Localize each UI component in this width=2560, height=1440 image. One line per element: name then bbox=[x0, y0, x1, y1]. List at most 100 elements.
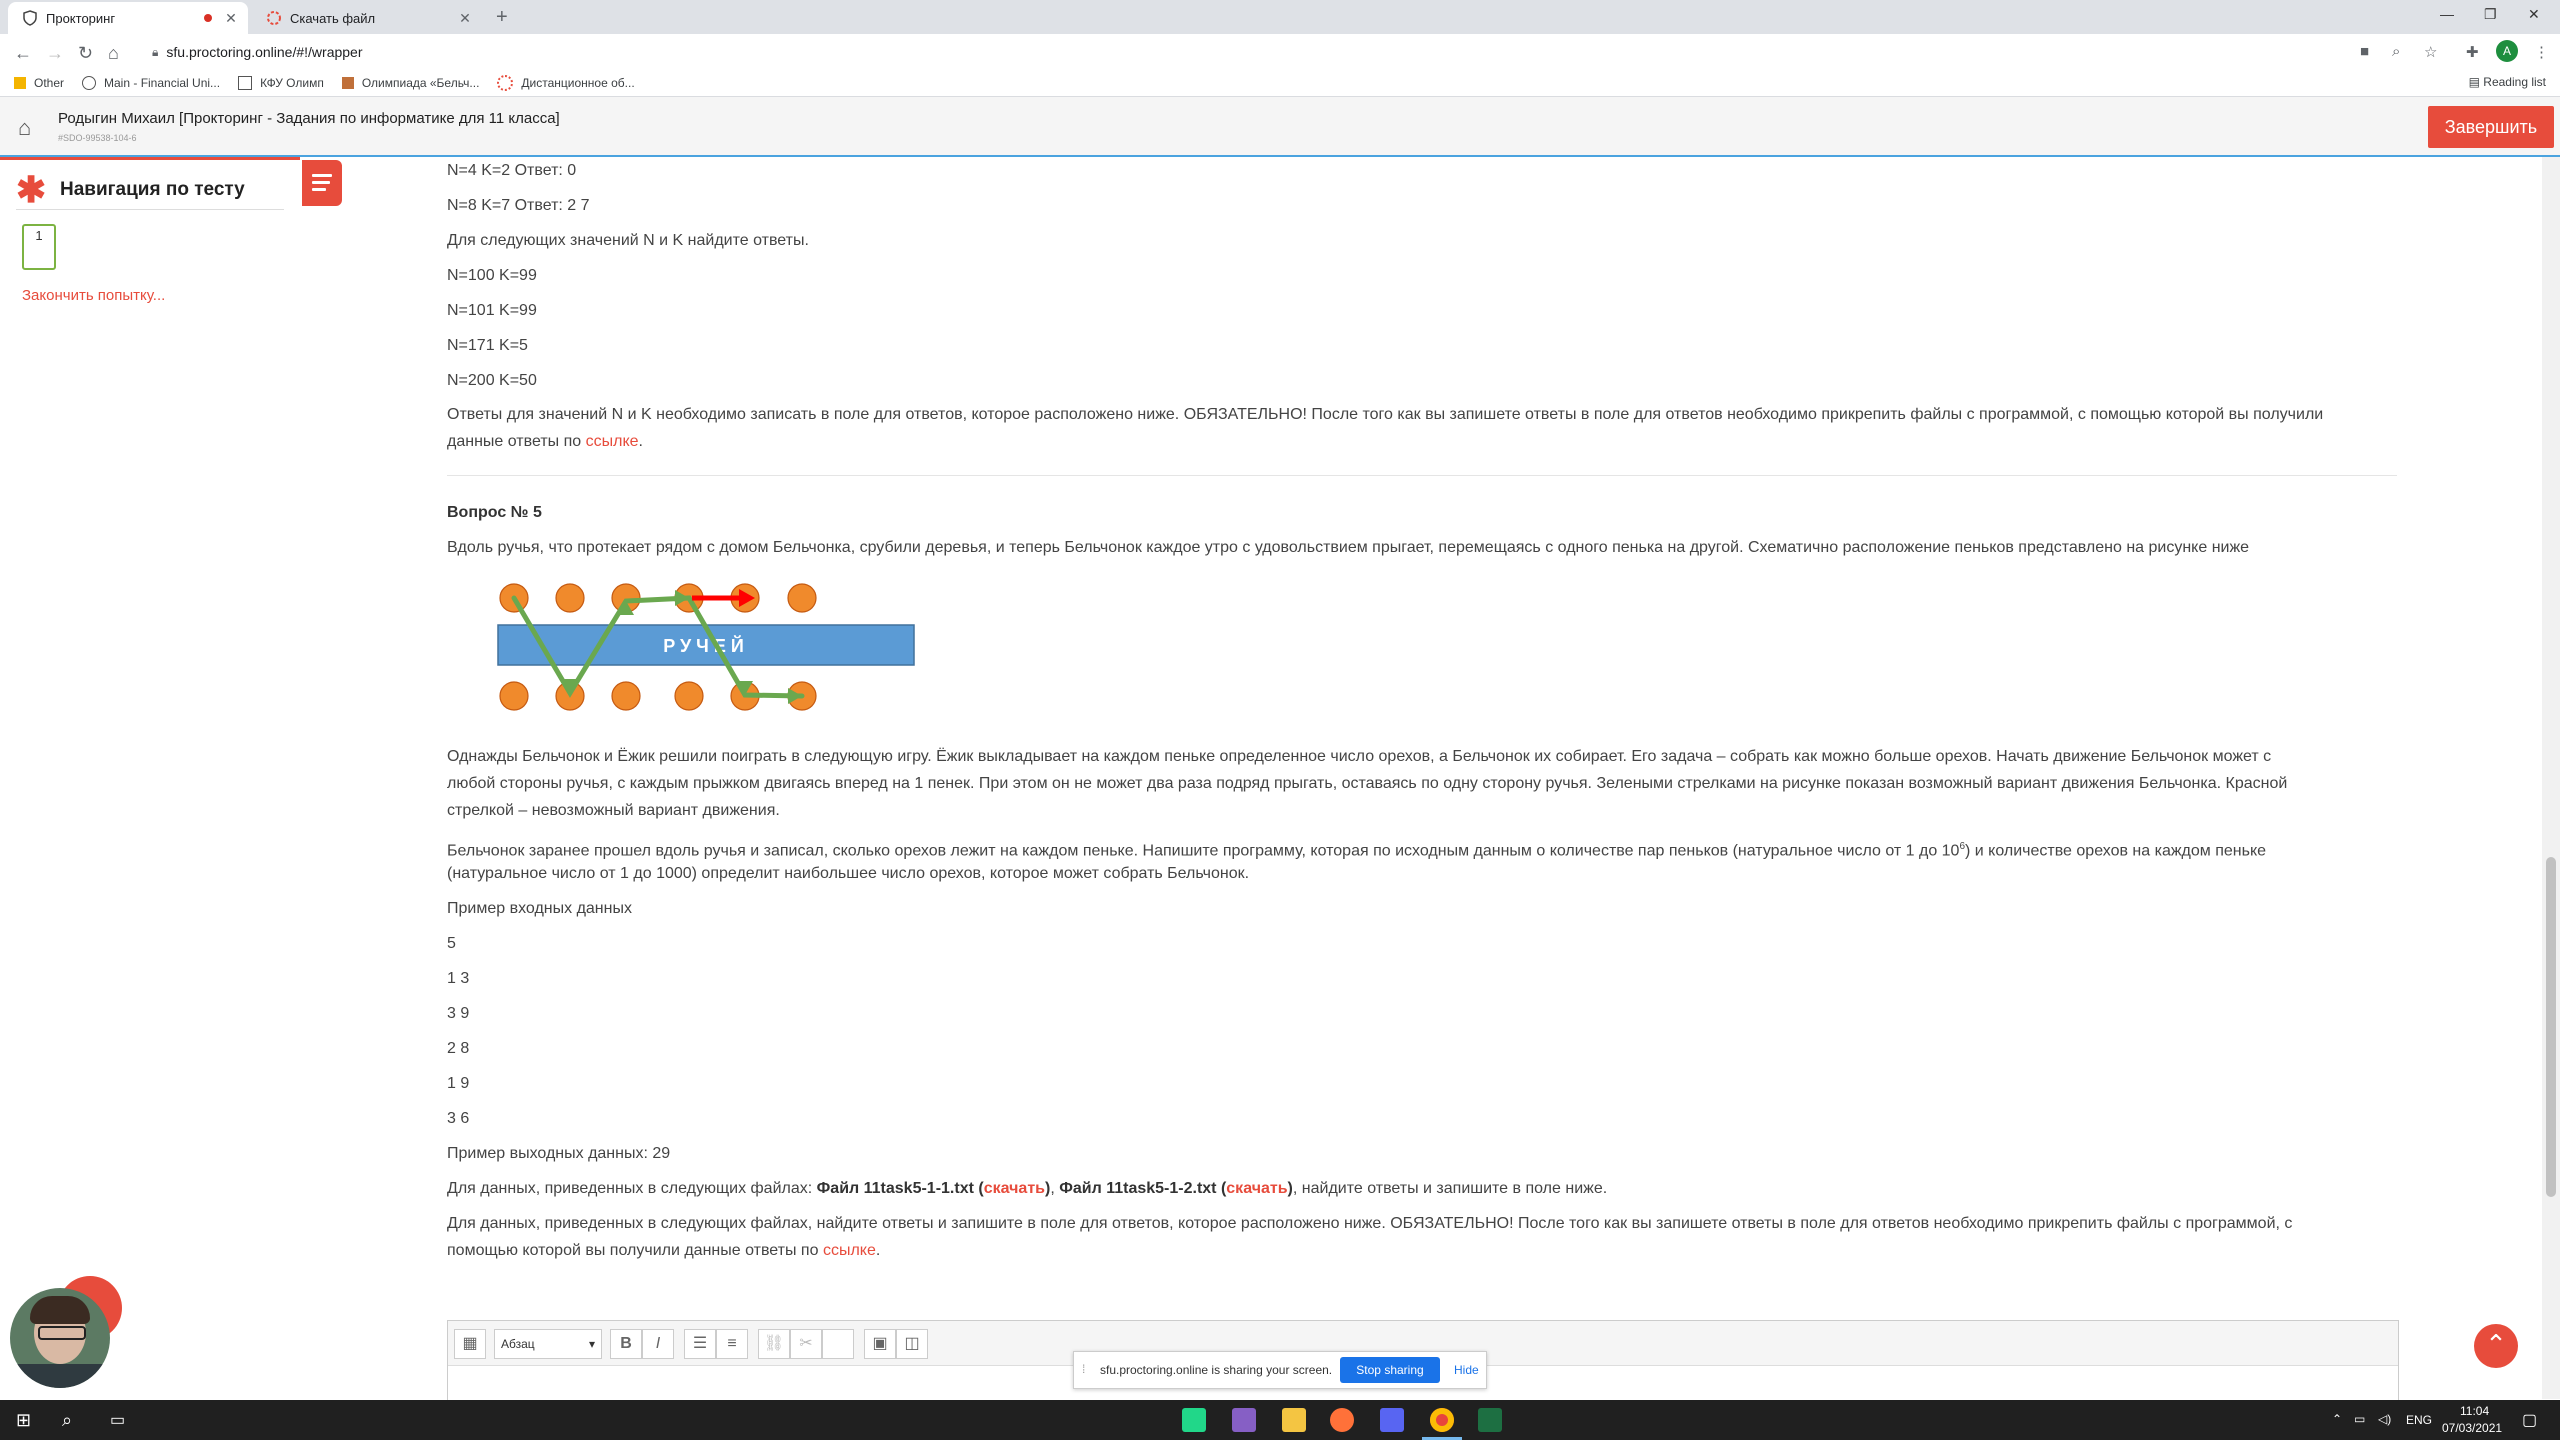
drag-handle-icon[interactable]: ⁞ bbox=[1082, 1362, 1085, 1376]
chevron-up-icon: ⌃ bbox=[2485, 1329, 2507, 1359]
windows-start-icon[interactable]: ⊞ bbox=[16, 1410, 31, 1431]
example-input-line: 3 6 bbox=[447, 1110, 470, 1127]
example-input-line: 2 8 bbox=[447, 1040, 470, 1057]
webcam-preview bbox=[10, 1288, 110, 1388]
download-file2-link[interactable]: скачать bbox=[1226, 1180, 1287, 1197]
search-icon[interactable]: ⌕ bbox=[62, 1410, 72, 1431]
stump bbox=[555, 583, 585, 613]
new-tab-icon[interactable]: + bbox=[496, 6, 508, 29]
answers-note: Ответы для значений N и K необходимо зап… bbox=[447, 406, 2324, 423]
file-explorer-icon[interactable] bbox=[1282, 1408, 1306, 1432]
lock-icon: 🔒︎ bbox=[152, 44, 159, 59]
bold-button[interactable]: B bbox=[610, 1329, 642, 1359]
profile-avatar[interactable]: A bbox=[2496, 40, 2518, 62]
text-line: N=8 K=7 Ответ: 2 7 bbox=[447, 197, 590, 214]
tray-chevron-icon[interactable]: ⌃ bbox=[2332, 1412, 2342, 1426]
toolbar-toggle-icon[interactable]: ▦ bbox=[454, 1329, 486, 1359]
sharing-text: sfu.proctoring.online is sharing your sc… bbox=[1100, 1363, 1333, 1377]
stream-label: РУЧЕЙ bbox=[663, 635, 749, 656]
extensions-icon[interactable]: ✚ bbox=[2466, 43, 2479, 61]
reading-list[interactable]: ▤ Reading list bbox=[2469, 75, 2546, 89]
home-icon[interactable]: ⌂ bbox=[18, 115, 31, 141]
address-bar[interactable]: 🔒︎ sfu.proctoring.online/#!/wrapper bbox=[140, 38, 2320, 66]
sfu-logo-icon bbox=[497, 75, 514, 91]
text-line: Для следующих значений N и K найдите отв… bbox=[447, 232, 809, 249]
clock-time[interactable]: 11:04 bbox=[2460, 1404, 2489, 1418]
bookmark-star-icon[interactable]: ☆ bbox=[2424, 43, 2437, 61]
globe-icon bbox=[82, 76, 97, 90]
question-divider bbox=[447, 475, 2397, 476]
media-icon[interactable]: ◫ bbox=[896, 1329, 928, 1359]
bookmark-olympiad[interactable]: Олимпиада «Бельч... bbox=[341, 76, 479, 90]
tab-title: Скачать файл bbox=[290, 10, 376, 26]
asterisk-icon: ✱ bbox=[16, 169, 47, 210]
page-scrollbar[interactable] bbox=[2542, 157, 2560, 1399]
question-nav-button[interactable]: 1 bbox=[22, 224, 56, 270]
clock-date[interactable]: 07/03/2021 bbox=[2442, 1421, 2502, 1435]
close-tab-icon[interactable]: ✕ bbox=[222, 10, 240, 27]
excel-icon[interactable] bbox=[1478, 1408, 1502, 1432]
language-indicator[interactable]: ENG bbox=[2406, 1413, 2432, 1427]
restore-icon[interactable]: ❐ bbox=[2484, 6, 2497, 23]
notifications-icon[interactable]: ▢ bbox=[2522, 1410, 2537, 1430]
bookmark-distance[interactable]: Дистанционное об... bbox=[497, 75, 635, 91]
reload-icon[interactable]: ↻ bbox=[78, 43, 93, 64]
text-line: помощью которой вы получили данные ответ… bbox=[447, 1242, 881, 1259]
example-input-line: 1 9 bbox=[447, 1075, 470, 1092]
menu-kebab-icon[interactable]: ⋮ bbox=[2534, 43, 2549, 61]
minimize-icon[interactable]: — bbox=[2440, 6, 2454, 22]
network-icon[interactable]: ▭ bbox=[2354, 1412, 2365, 1426]
bullet-list-icon[interactable]: ☰ bbox=[684, 1329, 716, 1359]
divider bbox=[16, 209, 284, 210]
finish-attempt-link[interactable]: Закончить попытку... bbox=[22, 287, 165, 304]
back-icon[interactable]: ← bbox=[14, 43, 32, 64]
chrome-icon[interactable] bbox=[1430, 1408, 1454, 1432]
tab-proctoring[interactable]: Прокторинг ✕ bbox=[8, 2, 248, 34]
link-icon[interactable]: ⛓ bbox=[758, 1329, 790, 1359]
file1-label: Файл 11task5-1-1.txt (скачать) bbox=[816, 1180, 1051, 1197]
bookmark-other[interactable]: Other bbox=[14, 76, 64, 90]
example-input-line: 5 bbox=[447, 935, 456, 952]
italic-button[interactable]: I bbox=[642, 1329, 674, 1359]
bookmark-kfu-olymp[interactable]: КФУ Олимп bbox=[238, 76, 324, 90]
browser-tab-strip: Прокторинг ✕ Скачать файл ✕ + — ❐ ✕ bbox=[0, 0, 2560, 34]
text-line: N=100 K=99 bbox=[447, 267, 537, 284]
firefox-icon[interactable] bbox=[1330, 1408, 1354, 1432]
image-icon[interactable]: ▣ bbox=[864, 1329, 896, 1359]
numbered-list-icon[interactable]: ≡ bbox=[716, 1329, 748, 1359]
text-line: N=200 K=50 bbox=[447, 372, 537, 389]
scrollbar-thumb[interactable] bbox=[2546, 857, 2556, 1197]
zoom-icon[interactable]: ⌕ bbox=[2392, 43, 2400, 60]
menu-line bbox=[312, 174, 332, 177]
close-tab-icon[interactable]: ✕ bbox=[456, 10, 474, 27]
browser-toolbar: ← → ↻ ⌂ 🔒︎ sfu.proctoring.online/#!/wrap… bbox=[0, 34, 2560, 70]
question-title: Вопрос № 5 bbox=[447, 504, 542, 521]
hide-button[interactable]: Hide bbox=[1454, 1363, 1479, 1377]
scroll-to-top-button[interactable]: ⌃ bbox=[2474, 1324, 2518, 1368]
pycharm-icon[interactable] bbox=[1182, 1408, 1206, 1432]
folder-icon bbox=[14, 77, 26, 89]
windows-taskbar: ⊞ ⌕ ▭ ⌃ ▭ ◁) ENG 11:04 07/03/2021 ▢ bbox=[0, 1400, 2560, 1440]
upload-link[interactable]: ссылке bbox=[586, 433, 639, 450]
download-file1-link[interactable]: скачать bbox=[984, 1180, 1045, 1197]
finish-button[interactable]: Завершить bbox=[2428, 106, 2554, 148]
bookmark-financial-uni[interactable]: Main - Financial Uni... bbox=[82, 76, 220, 90]
empty-button[interactable] bbox=[822, 1329, 854, 1359]
format-select[interactable]: Абзац ▾ bbox=[494, 1329, 602, 1359]
tab-download-file[interactable]: Скачать файл ✕ bbox=[252, 2, 482, 34]
discord-icon[interactable] bbox=[1380, 1408, 1404, 1432]
camera-icon[interactable]: ■ bbox=[2360, 43, 2369, 60]
visual-studio-icon[interactable] bbox=[1232, 1408, 1256, 1432]
building-icon bbox=[238, 76, 253, 90]
upload-link[interactable]: ссылке bbox=[823, 1242, 876, 1259]
sidebar-toggle-button[interactable] bbox=[302, 160, 342, 206]
task-view-icon[interactable]: ▭ bbox=[110, 1410, 125, 1430]
forward-icon[interactable]: → bbox=[46, 43, 64, 64]
stop-sharing-button[interactable]: Stop sharing bbox=[1340, 1357, 1440, 1383]
volume-icon[interactable]: ◁) bbox=[2378, 1412, 2391, 1426]
home-icon[interactable]: ⌂ bbox=[108, 43, 119, 64]
stump bbox=[674, 681, 704, 711]
unlink-icon[interactable]: ✂ bbox=[790, 1329, 822, 1359]
close-window-icon[interactable]: ✕ bbox=[2528, 6, 2540, 23]
answers-note-line2: данные ответы по ссылке. bbox=[447, 433, 643, 450]
